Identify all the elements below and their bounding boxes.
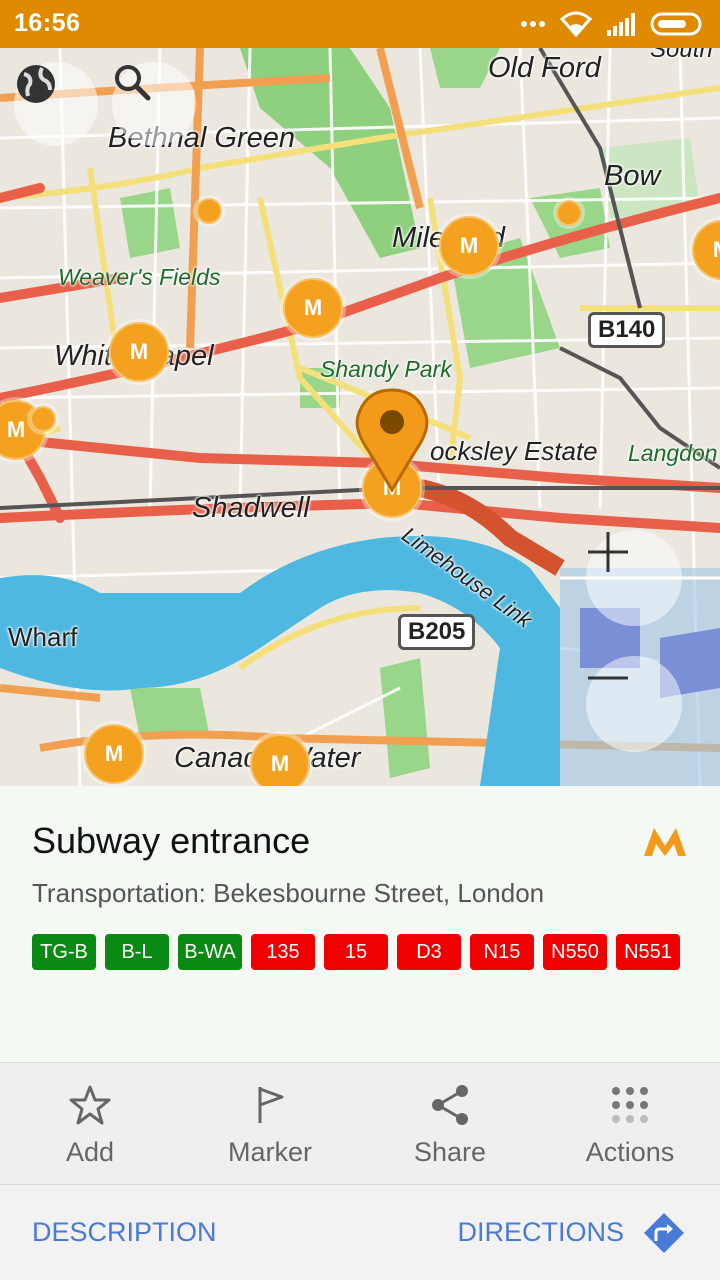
route-badge[interactable]: 135 bbox=[251, 934, 315, 970]
route-badge[interactable]: TG-B bbox=[32, 934, 96, 970]
plus-icon bbox=[588, 532, 628, 572]
metro-station-marker[interactable]: M bbox=[109, 322, 169, 382]
map-label-south: South bbox=[650, 48, 713, 63]
metro-station-marker[interactable]: M bbox=[439, 216, 499, 276]
actions-label: Actions bbox=[585, 1137, 675, 1167]
road-shield-b205: B205 bbox=[398, 614, 476, 650]
metro-station-marker[interactable]: M bbox=[84, 724, 144, 784]
metro-station-marker[interactable]: M bbox=[250, 734, 310, 786]
search-button[interactable] bbox=[112, 62, 196, 146]
add-label: Add bbox=[65, 1137, 115, 1167]
selected-location-pin-icon bbox=[355, 388, 429, 493]
map-label-langdon: Langdon bbox=[628, 440, 718, 466]
metro-station-marker-small[interactable] bbox=[196, 198, 222, 224]
zoom-out-button[interactable] bbox=[586, 656, 682, 752]
more-dots-icon bbox=[521, 21, 545, 27]
map-label-old-ford: Old Ford bbox=[488, 52, 601, 84]
map-view[interactable]: Old Ford South Bethnal Green Bow Mile En… bbox=[0, 48, 720, 786]
route-badge[interactable]: B-L bbox=[105, 934, 169, 970]
battery-icon bbox=[650, 12, 702, 36]
map-label-shandy-park: Shandy Park bbox=[320, 356, 452, 382]
route-badges: TG-B B-L B-WA 135 15 D3 N15 N550 N551 bbox=[32, 934, 680, 970]
star-icon bbox=[69, 1085, 111, 1125]
map-label-wharf: Wharf bbox=[8, 622, 78, 652]
directions-icon[interactable] bbox=[642, 1211, 686, 1255]
more-actions-button[interactable]: Actions bbox=[540, 1063, 720, 1184]
bottom-bar: DESCRIPTION DIRECTIONS bbox=[0, 1184, 720, 1280]
map-label-shadwell: Shadwell bbox=[192, 492, 310, 524]
grid-dots-icon bbox=[612, 1087, 648, 1123]
poi-info-panel: Subway entrance Transportation: Bekesbou… bbox=[0, 786, 720, 1062]
poi-subtitle: Transportation: Bekesbourne Street, Lond… bbox=[32, 878, 545, 908]
route-badge[interactable]: N550 bbox=[543, 934, 607, 970]
status-bar: 16:56 bbox=[0, 0, 720, 48]
metro-station-marker-small[interactable] bbox=[556, 200, 582, 226]
route-badge[interactable]: 15 bbox=[324, 934, 388, 970]
map-label-bow: Bow bbox=[604, 160, 661, 192]
route-badge[interactable]: N15 bbox=[470, 934, 534, 970]
road-shield-b140: B140 bbox=[588, 312, 666, 348]
zoom-in-button[interactable] bbox=[586, 530, 682, 626]
status-time: 16:56 bbox=[14, 9, 81, 37]
signal-icon bbox=[607, 13, 635, 36]
layers-button[interactable] bbox=[14, 62, 98, 146]
directions-link[interactable]: DIRECTIONS bbox=[457, 1217, 624, 1248]
poi-title: Subway entrance bbox=[32, 820, 311, 861]
share-icon bbox=[432, 1085, 468, 1125]
share-button[interactable]: Share bbox=[360, 1063, 540, 1184]
metro-station-marker-small[interactable] bbox=[30, 406, 56, 432]
status-icons bbox=[520, 10, 706, 38]
route-badge[interactable]: B-WA bbox=[178, 934, 242, 970]
wifi-icon bbox=[560, 11, 592, 37]
minus-icon bbox=[588, 676, 628, 680]
metro-station-marker[interactable]: M bbox=[283, 278, 343, 338]
add-favorite-button[interactable]: Add bbox=[0, 1063, 180, 1184]
marker-label: Marker bbox=[227, 1137, 312, 1167]
map-label-weavers-fields: Weaver's Fields bbox=[58, 264, 221, 290]
description-link[interactable]: DESCRIPTION bbox=[32, 1217, 217, 1248]
map-label-locksley-estate: ocksley Estate bbox=[430, 436, 598, 466]
action-bar: Add Marker Share Actions bbox=[0, 1062, 720, 1184]
share-label: Share bbox=[413, 1137, 487, 1167]
marker-button[interactable]: Marker bbox=[180, 1063, 360, 1184]
route-badge[interactable]: N551 bbox=[616, 934, 680, 970]
route-badge[interactable]: D3 bbox=[397, 934, 461, 970]
metro-logo-icon bbox=[644, 828, 686, 856]
search-icon bbox=[115, 65, 151, 101]
flag-icon bbox=[258, 1087, 284, 1123]
globe-icon bbox=[17, 65, 55, 103]
